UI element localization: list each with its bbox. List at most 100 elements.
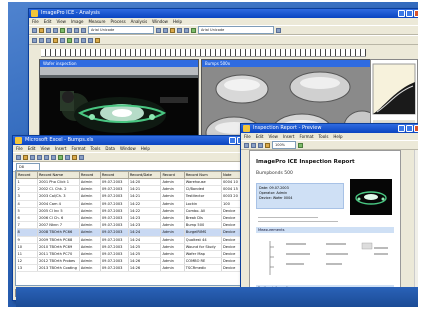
table-cell[interactable]: 10 [16,243,38,251]
menu-format[interactable]: Format [299,133,313,140]
table-cell[interactable]: 14:21 [128,185,162,194]
table-cell[interactable]: 9 [16,236,38,244]
zoom-combo[interactable]: 100% [272,141,296,149]
table-cell[interactable]: 2013 TBOrth Coating [37,264,80,273]
table-cell[interactable]: Admin [79,228,101,237]
table-cell[interactable]: Warehouse [184,178,223,187]
close-icon[interactable] [414,125,418,132]
ellipse-icon[interactable] [53,37,58,43]
table-cell[interactable]: Admin [160,264,185,273]
table-cell[interactable]: 1 [16,178,38,187]
table-cell[interactable]: 2009 TBOrth PC68 [37,236,80,244]
menu-help[interactable]: Help [141,145,150,152]
count-icon[interactable] [67,37,72,43]
menu-process[interactable]: Process [110,18,125,25]
bold-icon[interactable] [79,154,84,160]
table-cell[interactable]: 2004 Cam 4 [37,200,80,208]
select-icon[interactable] [32,37,37,43]
table-cell[interactable]: Admin [160,192,185,201]
table-cell[interactable]: Combo. All [184,207,223,215]
menu-format[interactable]: Format [71,145,85,152]
table-row[interactable]: 12 2012 TBOrth Probes Admin 09.07.2003 14:26… [16,257,250,266]
table-cell[interactable]: 14:25 [128,243,162,251]
text-icon[interactable] [74,37,79,43]
menu-analysis[interactable]: Analysis [131,18,147,25]
minimize-icon[interactable] [229,137,236,144]
column-header[interactable]: Record [78,171,101,179]
sum-icon[interactable] [58,154,63,160]
table-row[interactable]: 10 2010 TBOrth PC69 Admin 09.07.2003 14:25 Ad… [16,243,250,251]
table-titlebar[interactable]: Microsoft Excel - Bumps.xls [13,136,253,145]
table-cell[interactable]: 09.07.2003 [100,214,129,223]
minimize-icon[interactable] [398,10,405,17]
table-cell[interactable]: Admin [160,185,185,194]
table-row[interactable]: 6 2006 Cl Ch. 6 Admin 09.07.2003 14:23 Admin B… [16,214,250,223]
table-cell[interactable]: 2010 TBOrth PC69 [37,243,80,251]
table-cell[interactable]: 14:24 [128,228,162,237]
table-cell[interactable]: Admin [160,243,185,251]
menu-file[interactable]: File [32,18,39,25]
table-cell[interactable]: Admin [160,214,185,223]
main-titlebar[interactable]: ImagePro ICE - Analysis [29,9,418,18]
table-cell[interactable]: 14:23 [128,214,162,223]
table-cell[interactable]: Cl/Bonded [184,185,223,194]
table-cell[interactable]: 09.07.2003 [100,257,129,266]
table-cell[interactable]: Admin [79,243,101,251]
table-cell[interactable]: 12 [16,257,38,266]
color-icon[interactable] [170,27,175,33]
table-cell[interactable]: 09.07.2003 [100,221,129,230]
table-cell[interactable]: 13 [16,264,38,273]
table-cell[interactable]: 3 [16,192,38,201]
menu-help[interactable]: Help [333,133,342,140]
table-cell[interactable]: 09.07.2003 [100,236,129,244]
poly-icon[interactable] [60,37,65,43]
table-cell[interactable]: Admin [79,250,101,259]
table-cell[interactable]: 2003 Cal/Ch. 3 [37,192,80,201]
table-cell[interactable]: 14:26 [128,264,162,273]
table-cell[interactable]: 2006 Cl Ch. 6 [37,214,80,223]
table-cell[interactable]: Wound for Study [184,243,223,251]
table-cell[interactable]: 2008 TBOrth PC66 [37,228,80,237]
table-cell[interactable]: 14:22 [128,200,162,208]
filter-icon[interactable] [88,37,93,43]
table-cell[interactable]: Admin [79,185,101,194]
table-cell[interactable]: 2007 Nknn 7 [37,221,80,230]
menu-file[interactable]: File [244,133,251,140]
settings-icon[interactable] [276,27,281,33]
undo-icon[interactable] [74,27,79,33]
table-cell[interactable]: 2002 Cl. Chk. 2 [37,185,80,194]
table-cell[interactable]: 4 [16,200,38,208]
menu-view[interactable]: View [268,133,278,140]
table-cell[interactable]: 14:22 [128,207,162,215]
table-cell[interactable]: Admin [160,228,185,237]
table-cell[interactable]: Admin [79,192,101,201]
save-icon[interactable] [30,154,35,160]
table-row[interactable]: 3 2003 Cal/Ch. 3 Admin 09.07.2003 14:21 Admin… [16,192,250,201]
run-icon[interactable] [191,27,196,33]
export-icon[interactable] [265,142,270,148]
menu-edit[interactable]: Edit [256,133,264,140]
print-icon[interactable] [244,142,249,148]
redo-icon[interactable] [81,27,86,33]
page-prev-icon[interactable] [251,142,256,148]
column-header[interactable]: Record/Date [127,171,162,179]
menu-window[interactable]: Window [152,18,168,25]
table-cell[interactable]: 14:25 [128,250,162,259]
table-cell[interactable]: 2001 Pho Click 1 [37,178,80,187]
sort-icon[interactable] [65,154,70,160]
maximize-icon[interactable] [406,10,413,17]
print-icon[interactable] [37,154,42,160]
table-cell[interactable]: Wafer Map [184,250,223,259]
table-cell[interactable]: Admin [160,221,185,230]
menu-window[interactable]: Window [120,145,136,152]
bold-icon[interactable] [156,27,161,33]
menu-view[interactable]: View [40,145,50,152]
menu-tools[interactable]: Tools [91,145,101,152]
table-cell[interactable]: Admin [79,236,101,244]
font-combo-left[interactable]: Arial Unicode [88,26,154,34]
close-icon[interactable] [414,10,418,17]
table-cell[interactable]: 5 [16,207,38,215]
table-cell[interactable]: 2005 Cl Inc 5 [37,207,80,215]
new-icon[interactable] [16,154,21,160]
open-icon[interactable] [39,27,44,33]
